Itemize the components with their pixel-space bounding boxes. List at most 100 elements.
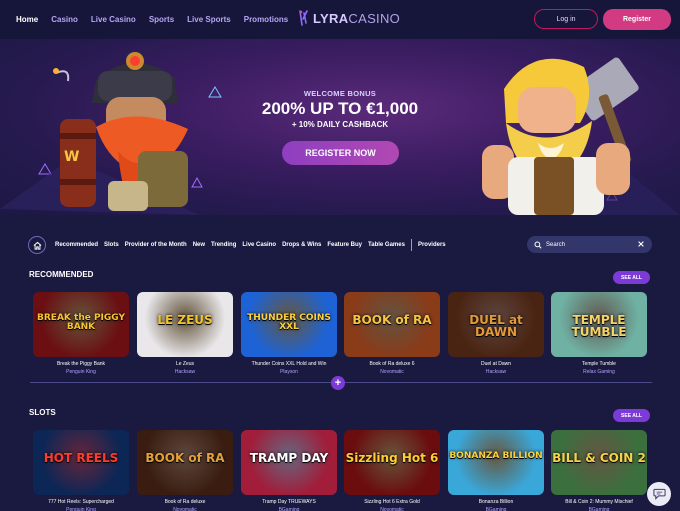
game-art-logo: LE ZEUS <box>157 313 213 327</box>
game-art-logo: TEMPLE TUMBLE <box>571 313 627 339</box>
recommended-title: RECOMMENDED <box>29 270 94 279</box>
game-provider: Novomatic <box>380 507 404 511</box>
game-thumbnail[interactable]: DUEL at DAWN <box>448 292 544 357</box>
plus-icon: + <box>334 376 342 389</box>
hero-register-button[interactable]: REGISTER NOW <box>282 141 399 165</box>
category-feature-buy[interactable]: Feature Buy <box>327 242 362 248</box>
hero-subtitle: + 10% DAILY CASHBACK <box>291 120 389 129</box>
game-provider: Penguin King <box>66 369 96 375</box>
game-card[interactable]: BONANZA BILLION Bonanza Billion BGaming <box>448 430 544 511</box>
game-title: Duel at Dawn <box>480 361 511 367</box>
game-thumbnail[interactable]: HOT REELS <box>33 430 129 495</box>
game-art-logo: BONANZA BILLION <box>449 451 543 461</box>
game-thumbnail[interactable]: TEMPLE TUMBLE <box>551 292 647 357</box>
game-title: Thunder Coins XXL Hold and Win <box>251 361 327 367</box>
game-thumbnail[interactable]: Sizzling Hot 6 <box>344 430 440 495</box>
category-divider <box>410 239 412 251</box>
game-art-logo: BILL & COIN 2 <box>552 451 646 465</box>
category-provider-of-month[interactable]: Provider of the Month <box>125 242 187 248</box>
game-thumbnail[interactable]: BOOK of RA <box>137 430 233 495</box>
slots-title: SLOTS <box>29 408 56 417</box>
game-title: Le Zeus <box>175 361 195 367</box>
game-art-logo: THUNDER COINS XXL <box>247 313 331 332</box>
game-card[interactable]: LE ZEUS Le Zeus Hacksaw <box>137 292 233 375</box>
nav-link-live-casino[interactable]: Live Casino <box>91 15 136 24</box>
game-provider: Penguin King <box>66 507 96 511</box>
game-provider: BGaming <box>278 507 300 511</box>
game-thumbnail[interactable]: BREAK the PIGGY BANK <box>33 292 129 357</box>
game-provider: Hacksaw <box>174 369 196 375</box>
game-title: 777 Hot Reels: Supercharged <box>48 499 114 505</box>
game-provider: BGaming <box>588 507 610 511</box>
category-providers[interactable]: Providers <box>418 242 446 248</box>
game-art-logo: TRAMP DAY <box>249 451 329 465</box>
game-title: Temple Tumble <box>582 361 616 367</box>
game-provider: Hacksaw <box>485 369 507 375</box>
game-card[interactable]: Sizzling Hot 6 Sizzling Hot 6 Extra Gold N… <box>344 430 440 511</box>
game-search-field[interactable]: Search <box>527 236 652 253</box>
slots-see-all-button[interactable]: SEE ALL <box>613 409 650 422</box>
nav-link-live-sports[interactable]: Live Sports <box>187 15 231 24</box>
game-thumbnail[interactable]: THUNDER COINS XXL <box>241 292 337 357</box>
game-card[interactable]: THUNDER COINS XXL Thunder Coins XXL Hold … <box>241 292 337 375</box>
game-art-logo: HOT REELS <box>43 451 119 465</box>
site-logo[interactable]: LYRA CASINO <box>298 10 400 26</box>
category-table-games[interactable]: Table Games <box>368 242 405 248</box>
top-navigation: Home Casino Live Casino Sports Live Spor… <box>0 0 680 39</box>
game-card[interactable]: BILL & COIN 2 Bill & Coin 2: Mummy Mischi… <box>551 430 647 511</box>
game-title: Bonanza Billion <box>478 499 514 505</box>
category-trending[interactable]: Trending <box>211 242 236 248</box>
game-card[interactable]: DUEL at DAWN Duel at Dawn Hacksaw <box>448 292 544 375</box>
category-recommended[interactable]: Recommended <box>55 242 98 248</box>
recommended-see-all-button[interactable]: SEE ALL <box>613 271 650 284</box>
nav-link-casino[interactable]: Casino <box>51 15 78 24</box>
category-new[interactable]: New <box>193 242 205 248</box>
main-menu: Home Casino Live Casino Sports Live Spor… <box>16 15 301 24</box>
game-art-logo: DUEL at DAWN <box>469 313 523 339</box>
game-card[interactable]: HOT REELS 777 Hot Reels: Supercharged Peng… <box>33 430 129 511</box>
search-icon <box>534 240 542 249</box>
close-icon[interactable] <box>637 240 645 248</box>
game-thumbnail[interactable]: BILL & COIN 2 <box>551 430 647 495</box>
game-thumbnail[interactable]: TRAMP DAY <box>241 430 337 495</box>
search-placeholder: Search <box>546 241 566 248</box>
category-live-casino[interactable]: Live Casino <box>242 242 276 248</box>
game-card[interactable]: TEMPLE TUMBLE Temple Tumble Relax Gaming <box>551 292 647 375</box>
nav-link-home[interactable]: Home <box>16 15 38 24</box>
home-icon <box>33 241 41 250</box>
game-art-logo: BOOK of RA <box>145 451 225 465</box>
game-title: Bill & Coin 2: Mummy Mischief <box>565 499 633 505</box>
nav-link-promotions[interactable]: Promotions <box>244 15 288 24</box>
game-art-logo: BOOK of RA <box>352 313 432 327</box>
live-chat-button[interactable] <box>647 482 671 506</box>
game-thumbnail[interactable]: BONANZA BILLION <box>448 430 544 495</box>
register-button[interactable]: Register <box>603 9 671 30</box>
chat-icon <box>652 488 666 500</box>
category-drops-wins[interactable]: Drops & Wins <box>282 242 321 248</box>
home-category-button[interactable] <box>28 236 46 254</box>
nav-link-sports[interactable]: Sports <box>149 15 174 24</box>
category-slots[interactable]: Slots <box>104 242 119 248</box>
game-provider: BGaming <box>485 507 507 511</box>
game-art-logo: BREAK the PIGGY BANK <box>37 313 125 332</box>
game-thumbnail[interactable]: BOOK of RA <box>344 292 440 357</box>
game-title: Book of Ra deluxe 6 <box>369 361 415 367</box>
game-card[interactable]: TRAMP DAY Tramp Day TRUEWAYS BGaming <box>241 430 337 511</box>
game-provider: Novomatic <box>173 507 197 511</box>
game-title: Sizzling Hot 6 Extra Gold <box>364 499 420 505</box>
game-card[interactable]: BOOK of RA Book of Ra deluxe Novomatic <box>137 430 233 511</box>
game-thumbnail[interactable]: LE ZEUS <box>137 292 233 357</box>
hero-eyebrow: WELCOME BONUS <box>303 89 377 98</box>
game-provider: Playson <box>280 369 298 375</box>
game-title: Break the Piggy Bank <box>56 361 106 367</box>
hero-title: 200% UP TO €1,000 <box>261 99 419 118</box>
game-title: Book of Ra deluxe <box>164 499 206 505</box>
game-title: Tramp Day TRUEWAYS <box>262 499 316 505</box>
game-card[interactable]: BREAK the PIGGY BANK Break the Piggy Bank… <box>33 292 129 375</box>
login-button[interactable]: Log in <box>534 9 598 29</box>
hero-banner[interactable]: W WELCOME BONUS 200% UP TO €1,000 + 10% … <box>0 39 680 215</box>
lyra-logo-icon <box>299 10 308 26</box>
load-more-button[interactable]: + <box>331 376 345 390</box>
game-card[interactable]: BOOK of RA Book of Ra deluxe 6 Novomatic <box>344 292 440 375</box>
svg-text:W: W <box>64 149 79 165</box>
